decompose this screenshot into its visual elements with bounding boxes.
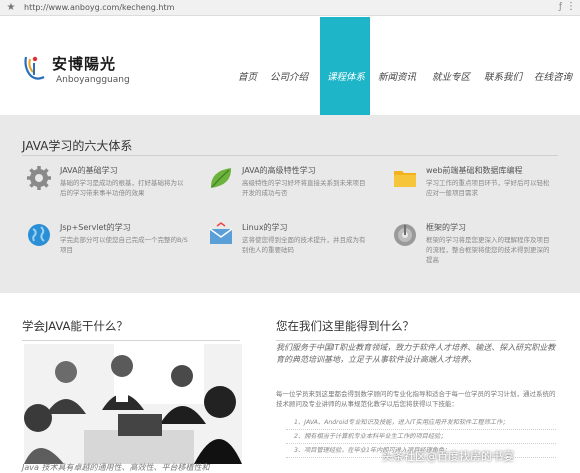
system-title: JAVA的基础学习 (60, 166, 118, 175)
system-item[interactable]: JAVA的基础学习 基础的学习是成功的根基，打好基础将为以后的学习带来事半功倍的… (26, 165, 196, 225)
globe-icon (28, 224, 50, 246)
gear-icon (27, 166, 51, 190)
system-item[interactable]: Linux的学习 这将使您得到全面的技术提升，并且成为有别他人的重要砝码 (208, 222, 378, 282)
browser-menu-icon[interactable]: ⋮ (566, 1, 576, 12)
section-divider (22, 340, 240, 341)
disc-icon (394, 224, 416, 246)
system-item[interactable]: 框架的学习 框架的学习将是您更深入的理解程序及项目的流程，整合框架将使您的技术得… (392, 222, 562, 282)
nav-item-home[interactable]: 首页 (232, 17, 268, 115)
nav-item-contact[interactable]: 联系我们 (474, 17, 526, 115)
folder-icon (394, 171, 416, 187)
system-item[interactable]: web前端基础和数据库编程 学习工作的重点项目环节，学好后可以轻松应对一般项目需… (392, 165, 562, 225)
java-uses-text: Java 技术具有卓越的通用性、高效性、平台移植性和 (22, 463, 210, 472)
nav-item-consult[interactable]: 在线咨询 (526, 17, 576, 115)
logo-chinese-name: 安博陽光 (52, 55, 117, 73)
system-desc: 学完此部分可以使您自己完成一个完整的B/S项目 (60, 236, 188, 254)
watermark-text: 头条社区@百度找房的书宴 (382, 450, 514, 463)
system-item[interactable]: Jsp+Servlet的学习 学完此部分可以使您自己完成一个完整的B/S项目 (26, 222, 196, 282)
section-title: JAVA学习的六大体系 (22, 139, 133, 153)
system-title: JAVA的高级特性学习 (242, 166, 316, 175)
extension-icon[interactable]: ƒ (559, 2, 562, 12)
section-divider (276, 340, 556, 341)
system-desc: 学习工作的重点项目环节，学好后可以轻松应对一般项目需求 (426, 179, 550, 197)
what-you-get-section: 您在我们这里能得到什么？ (276, 318, 566, 341)
nav-item-jobs[interactable]: 就业专区 (422, 17, 474, 115)
logo-mark-icon (24, 56, 45, 80)
logo-english-name: Anboyangguang (56, 75, 130, 85)
system-desc: 基础的学习是成功的根基，打好基础将为以后的学习带来事半功倍的效果 (60, 179, 184, 197)
nav-item-news[interactable]: 新闻资讯 (370, 17, 422, 115)
java-uses-section: 学会JAVA能干什么？ (22, 318, 252, 341)
system-title: Linux的学习 (242, 223, 288, 232)
system-desc: 高级特性的学习好坏将直接关系到未来项目开发的成功与否 (242, 179, 366, 197)
section-heading: 您在我们这里能得到什么？ (276, 319, 414, 333)
team-photo-illustration (24, 344, 242, 464)
browser-address-bar[interactable]: ★ http://www.anboyg.com/kecheng.htm ƒ ⋮ (0, 0, 580, 16)
system-item[interactable]: JAVA的高级特性学习 高级特性的学习好坏将直接关系到未来项目开发的成功与否 (208, 165, 378, 225)
system-desc: 这将使您得到全面的技术提升，并且成为有别他人的重要砝码 (242, 236, 366, 254)
list-item: 1、JAVA、Android专业知识及技能，进入IT实用应用开发和软件工程师工作… (286, 416, 556, 430)
url-text[interactable]: http://www.anboyg.com/kecheng.htm (24, 3, 174, 12)
bookmark-star-icon[interactable]: ★ (4, 2, 18, 13)
section-heading: 学会JAVA能干什么？ (22, 319, 128, 333)
system-desc: 框架的学习将是您更深入的理解程序及项目的流程，整合框架将使您的技术得到更深的提高 (426, 236, 550, 264)
system-title: web前端基础和数据库编程 (426, 166, 523, 175)
site-logo[interactable]: 安博陽光 Anboyangguang (22, 53, 132, 93)
list-item: 2、拥有相当于计算机专业本科毕业生工作的项目经验； (286, 430, 556, 444)
skills-paragraph: 每一位学员来到这里都会得到数学顾问的专业化指导和适合于每一位学员的学习计划，通过… (276, 390, 556, 408)
mail-icon (209, 222, 233, 244)
system-title: 框架的学习 (426, 223, 466, 232)
six-systems-section: JAVA学习的六大体系 JAVA的基础学习 基础的学习是成功的根基，打好基础将为… (0, 115, 580, 293)
main-nav: 首页 公司介绍 课程体系 新闻资讯 就业专区 联系我们 在线咨询 (232, 17, 576, 115)
team-photo (24, 344, 242, 464)
section-divider (22, 155, 558, 156)
intro-paragraph: 我们服务于中国IT职业教育领域，致力于软件人才培养、输送、探入研究职业教育的典范… (276, 343, 556, 364)
leaf-icon (210, 168, 232, 188)
system-title: Jsp+Servlet的学习 (60, 223, 131, 232)
site-header: 安博陽光 Anboyangguang 首页 公司介绍 课程体系 新闻资讯 就业专… (0, 17, 580, 115)
nav-item-about[interactable]: 公司介绍 (268, 17, 320, 115)
nav-item-courses[interactable]: 课程体系 (320, 17, 370, 115)
